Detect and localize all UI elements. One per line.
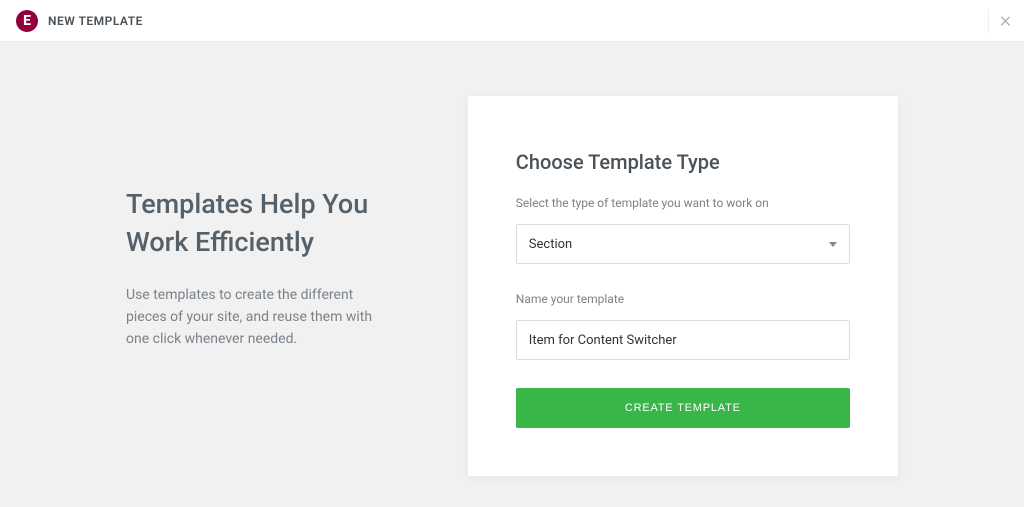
logo-letter: E [23,14,31,28]
template-name-label: Name your template [516,292,850,306]
info-description: Use templates to create the different pi… [126,284,396,351]
modal-header: E NEW TEMPLATE × [0,0,1024,42]
info-panel: Templates Help You Work Efficiently Use … [0,96,461,351]
template-type-help: Select the type of template you want to … [516,196,850,210]
close-icon: × [1000,8,1012,33]
chevron-down-icon [829,242,837,247]
info-heading-line2: Work Efficiently [126,226,314,258]
info-heading-line1: Templates Help You [126,188,368,220]
info-heading: Templates Help You Work Efficiently [126,186,421,262]
modal-content: Templates Help You Work Efficiently Use … [0,42,1024,507]
template-type-select-wrap: Section [516,224,850,264]
create-template-button[interactable]: CREATE TEMPLATE [516,388,850,428]
template-type-select[interactable]: Section [516,224,850,264]
elementor-logo: E [16,10,38,32]
close-button[interactable]: × [988,9,1012,33]
form-title: Choose Template Type [516,150,850,174]
form-panel: Choose Template Type Select the type of … [468,96,898,476]
template-type-value: Section [529,237,572,252]
modal-title: NEW TEMPLATE [48,14,143,28]
template-name-input[interactable] [516,320,850,360]
